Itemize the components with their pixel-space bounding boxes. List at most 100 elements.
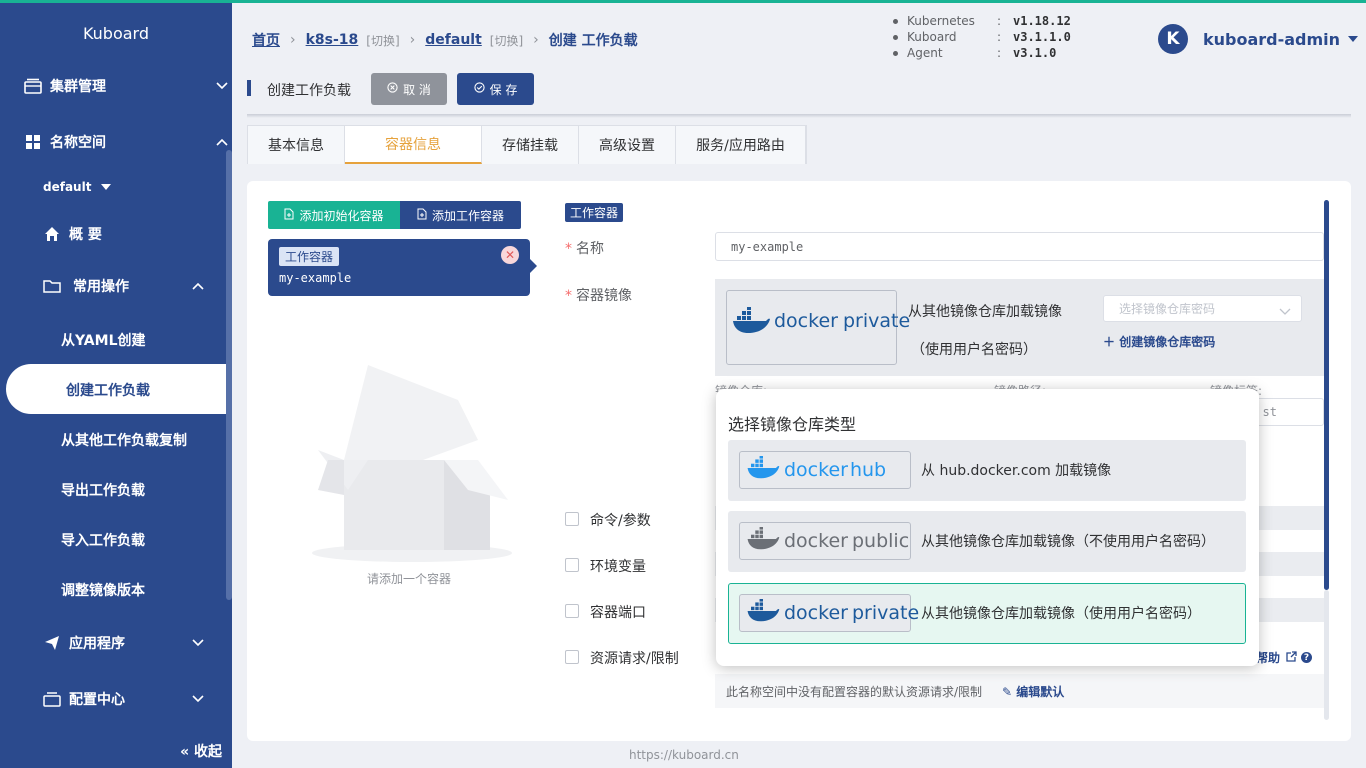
sidebar-item-config[interactable]: 配置中心 [43,679,226,719]
sidebar-subitem-export[interactable]: 导出工作负载 [61,480,145,500]
secret-select[interactable]: 选择镜像仓库密码 [1103,295,1302,322]
chevron-right-icon: › [290,32,296,48]
create-secret-label: 创建镜像仓库密码 [1119,335,1216,349]
scrollbar-track [1324,590,1329,720]
version-value: v1.18.12 [1013,14,1071,28]
create-secret-link[interactable]: ＋ 创建镜像仓库密码 [1103,333,1215,350]
empty-hint: 请添加一个容器 [367,572,452,586]
server-icon [24,77,42,95]
name-label: * 名称 [565,238,604,258]
sidebar-item-label: 应用程序 [69,636,125,652]
sidebar-item-overview[interactable]: 概 要 [43,214,269,254]
tab-advanced[interactable]: 高级设置 [579,126,676,164]
resource-checkbox[interactable] [565,650,579,664]
tab-service[interactable]: 服务/应用路由 [676,126,806,164]
chevron-right-icon: › [533,32,539,48]
breadcrumb-home[interactable]: 首页 [252,30,280,50]
docker-whale-icon [746,455,780,484]
docker-whale-icon [732,306,770,339]
sidebar-item-common-ops[interactable]: 常用操作 [43,266,226,306]
logo-brand: docker [784,602,848,624]
save-icon [473,82,485,96]
bullet [893,19,898,24]
chevron-down-icon [190,691,206,707]
tab-containers[interactable]: 容器信息 [345,126,482,164]
collapse-button[interactable]: « 收起 [180,741,222,761]
docker-private-logo: docker private [739,594,919,632]
registry-type-popup: 选择镜像仓库类型 docker hub 从 hub.docker.com 加载镜… [716,389,1259,666]
file-add-icon [284,208,294,223]
chevron-up-icon [214,134,230,150]
close-icon[interactable]: ✕ [501,246,519,264]
question-icon: ? [1301,652,1313,663]
add-work-container-button[interactable]: 添加工作容器 [400,201,521,229]
title-marker [247,80,251,96]
sidebar-item-apps[interactable]: 应用程序 [43,623,226,663]
save-button[interactable]: 保 存 [457,73,534,105]
home-icon [43,225,61,243]
container-card[interactable]: 工作容器 my-example ✕ [268,239,537,296]
name-field[interactable]: my-example [715,232,1324,261]
docker-hub-logo: docker hub [739,451,911,489]
container-type-tag: 工作容器 [279,247,340,266]
edit-icon: ✎ [1002,684,1013,699]
sidebar-subitem-yaml[interactable]: 从YAML创建 [61,330,146,350]
name-label-text: 名称 [576,241,604,257]
image-source-type-button[interactable]: docker private [726,290,910,365]
user-menu[interactable]: K kuboard-admin [1158,24,1359,54]
sidebar-subitem-copy[interactable]: 从其他工作负载复制 [61,430,187,450]
registry-option-hub[interactable]: docker hub 从 hub.docker.com 加载镜像 [728,440,1246,501]
version-value: v3.1.0 [1013,46,1057,60]
sidebar-subitem-import[interactable]: 导入工作负载 [61,530,145,550]
command-checkbox[interactable] [565,512,579,526]
image-label: * 容器镜像 [565,285,632,305]
sidebar-item-namespace[interactable]: 名称空间 [24,122,250,162]
logo-row: docker hub [740,452,910,488]
sidebar-item-label: 名称空间 [50,135,106,151]
section-tag: 工作容器 [565,203,624,222]
required-mark: * [565,288,572,304]
env-checkbox[interactable] [565,558,579,572]
version-row: Kuboard: v3.1.1.0 [893,29,1071,45]
logo-kind: hub [849,459,887,481]
sidebar-subitem-create-workload[interactable]: 创建工作负载 [66,380,150,400]
registry-option-public[interactable]: docker public 从其他镜像仓库加载镜像（不使用用户名密码） [728,511,1246,572]
port-checkbox[interactable] [565,604,579,618]
help-label: 帮助 [1256,651,1281,665]
port-checkbox-label: 容器端口 [590,605,646,621]
grid-icon [24,133,42,151]
caret-down-icon [1348,36,1359,42]
version-colon: : [997,14,1002,28]
version-colon: : [997,46,1002,60]
help-link[interactable]: 帮助 ? [1256,649,1313,666]
page-title: 创建工作负载 [267,83,351,99]
tab-storage[interactable]: 存储挂载 [482,126,579,164]
chevron-down-icon [190,635,206,651]
breadcrumb-cluster[interactable]: k8s-18 [306,32,359,48]
cancel-button[interactable]: 取 消 [371,73,447,105]
breadcrumb-namespace[interactable]: default [425,32,482,48]
footer-url[interactable]: https://kuboard.cn [629,748,739,762]
save-label: 保 存 [489,82,518,97]
container-name: my-example [279,271,352,285]
switch-namespace-link[interactable]: [切换] [490,32,523,49]
resource-default-note: 此名称空间中没有配置容器的默认资源请求/限制 ✎ 编辑默认 [715,674,1324,708]
edit-default-link[interactable]: ✎ 编辑默认 [1002,683,1064,700]
required-mark: * [565,241,572,257]
version-name: Agent [907,46,943,60]
switch-cluster-link[interactable]: [切换] [366,32,399,49]
sidebar-item-cluster[interactable]: 集群管理 [24,66,250,106]
namespace-value: default [43,180,92,194]
sidebar-subitem-image-version[interactable]: 调整镜像版本 [61,580,145,600]
content-scrollbar[interactable] [1324,200,1329,590]
sidebar-item-label: 概 要 [69,227,102,243]
tab-basic[interactable]: 基本信息 [248,126,345,164]
add-init-container-button[interactable]: 添加初始化容器 [268,201,400,229]
add-work-label: 添加工作容器 [431,208,504,223]
cancel-icon [387,82,398,96]
registry-option-private[interactable]: docker private 从其他镜像仓库加载镜像（使用用户名密码） [728,583,1246,644]
sidebar-scrollbar[interactable] [226,150,232,600]
version-info: Kubernetes: v1.18.12 Kuboard: v3.1.1.0 Age… [893,13,1071,61]
namespace-selector[interactable]: default [43,180,112,194]
tab-bar: 基本信息 容器信息 存储挂载 高级设置 服务/应用路由 [247,125,807,164]
